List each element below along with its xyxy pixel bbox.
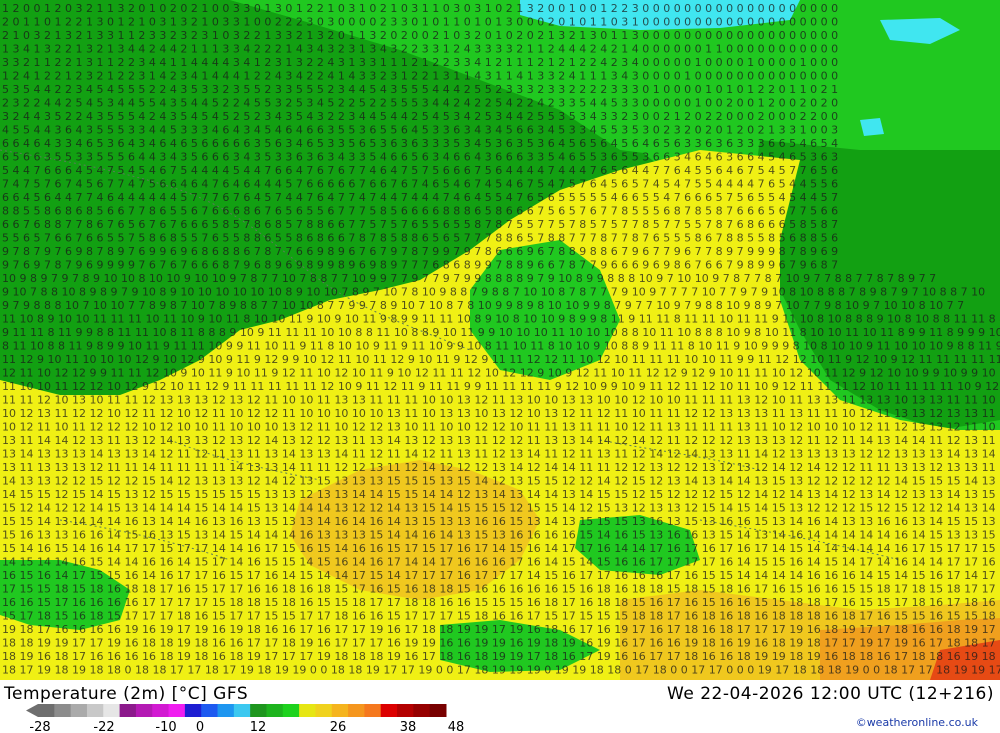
scale-swatch (184, 704, 202, 717)
scale-swatch (397, 704, 414, 717)
value-row: 10 9 8 9 7 9 7 8 9 10 10 8 10 10 9 10 10… (2, 272, 936, 285)
value-row: 5 3 5 4 4 2 2 3 4 5 4 5 5 5 2 2 4 3 5 3 … (2, 83, 838, 96)
scale-swatch (429, 704, 447, 717)
value-row: 1 2 4 1 2 2 1 2 3 2 1 2 2 3 1 4 2 3 4 1 … (2, 70, 838, 83)
value-row: 9 10 7 8 8 10 8 9 8 9 7 9 10 8 9 10 10 1… (2, 286, 985, 299)
scale-swatch (119, 704, 137, 717)
scale-swatch (152, 704, 170, 717)
value-row: 18 17 19 18 19 18 18 0 18 18 17 17 18 17… (2, 664, 1000, 677)
scale-swatch (413, 704, 431, 717)
map-title: Temperature (2m) [°C] GFS (4, 684, 249, 704)
value-row: 14 15 14 14 16 15 14 14 16 16 14 15 17 1… (2, 556, 1000, 569)
scale-swatch (282, 704, 300, 717)
value-row: 9 7 8 7 9 7 6 9 8 7 8 9 7 6 9 9 6 9 6 8 … (2, 245, 838, 258)
value-row: 19 18 17 16 16 16 16 19 16 19 17 19 16 1… (2, 623, 1000, 636)
value-row: 9 7 6 9 7 8 7 9 6 9 9 9 9 7 6 7 6 7 6 6 … (2, 259, 838, 272)
value-row: 18 18 19 19 17 17 19 16 18 18 19 18 16 1… (2, 637, 1000, 650)
scale-swatch (86, 704, 104, 717)
scale-swatch (54, 704, 72, 717)
scale-swatch (250, 704, 267, 717)
value-row: 5 4 4 7 6 6 6 4 5 4 7 5 4 5 4 6 7 5 4 4 … (2, 164, 838, 177)
value-row: 1 2 0 0 1 2 0 3 2 1 1 3 2 0 1 0 2 0 2 1 … (2, 2, 838, 15)
footer-bar: Temperature (2m) [°C] GFS We 22-04-2026 … (0, 680, 1000, 733)
value-row: 11 12 9 10 11 10 10 10 12 9 10 12 9 10 9… (2, 353, 1000, 366)
value-row: 8 11 10 8 8 11 9 8 9 9 10 11 9 11 11 10 … (2, 340, 1000, 353)
value-row: 6 6 7 6 8 8 7 7 8 6 7 6 5 6 7 6 7 6 6 6 … (2, 218, 838, 231)
scale-swatch (380, 704, 398, 717)
forecast-datetime: We 22-04-2026 12:00 UTC (12+216) (667, 684, 994, 704)
value-row: 6 6 4 6 4 3 3 4 6 5 3 6 4 3 4 6 4 6 5 6 … (2, 137, 838, 150)
value-row: 2 3 2 2 4 4 2 5 4 5 3 4 4 5 5 4 3 5 4 4 … (2, 97, 838, 110)
value-row: 6 5 6 6 3 5 5 3 3 5 5 5 6 4 4 3 4 3 5 6 … (2, 151, 838, 164)
value-row: 3 2 4 4 3 5 2 2 4 3 5 5 5 4 2 4 3 5 4 5 … (2, 110, 838, 123)
value-row: 11 10 8 9 10 10 11 11 11 10 11 10 9 10 1… (2, 313, 1000, 326)
value-row: 2 1 0 3 2 1 3 2 1 3 3 1 1 2 3 3 2 3 2 3 … (2, 29, 838, 42)
scale-tick-label: 38 (400, 720, 417, 733)
value-row: 15 16 13 13 16 16 14 15 16 13 15 13 14 1… (2, 529, 1000, 542)
scale-swatch (266, 704, 284, 717)
scale-swatch (201, 704, 219, 717)
value-row: 9 11 11 8 11 9 9 8 8 11 11 10 8 11 8 8 8… (2, 326, 1000, 339)
value-row: 8 8 5 5 8 6 8 6 8 5 6 6 7 7 8 6 5 5 6 7 … (2, 205, 838, 218)
scale-swatch (331, 704, 349, 717)
scale-swatch (70, 704, 88, 717)
value-row: 11 11 12 10 13 10 11 11 12 13 13 13 12 1… (2, 394, 1000, 407)
value-row: 5 5 6 5 7 6 6 7 6 6 5 5 7 5 8 6 8 5 5 7 … (2, 232, 838, 245)
scale-tick-label: -28 (29, 720, 50, 733)
value-row: 18 19 16 18 17 16 16 16 16 18 19 18 16 1… (2, 650, 1000, 663)
scale-swatch (348, 704, 365, 717)
value-row: 10 12 13 11 12 12 10 12 11 12 10 12 11 1… (2, 407, 1000, 420)
scale-arrow-left (26, 704, 38, 717)
value-row: 13 11 14 14 12 13 11 13 12 14 13 13 12 1… (2, 434, 1000, 447)
value-row: 9 7 9 8 8 8 10 7 10 10 7 7 8 9 8 7 10 7 … (2, 299, 964, 312)
scale-tick-label: -10 (155, 720, 176, 733)
value-row: 10 12 11 10 11 12 12 12 10 12 10 10 11 1… (2, 421, 1000, 434)
scale-swatch (217, 704, 235, 717)
scale-tick-label: 26 (330, 720, 347, 733)
value-row: 15 12 14 12 12 14 15 13 14 14 14 15 14 1… (2, 502, 1000, 515)
scale-swatch (103, 704, 121, 717)
scale-swatch (364, 704, 382, 717)
value-row: 2 0 1 1 0 1 2 2 1 3 0 1 2 1 0 3 1 3 2 1 … (2, 16, 838, 29)
value-row: 3 3 2 1 1 2 2 1 3 1 1 2 2 3 4 4 1 1 4 4 … (2, 56, 838, 69)
scale-swatch (315, 704, 333, 717)
value-row: 17 15 15 18 15 18 16 18 18 17 16 15 17 1… (2, 583, 1000, 596)
value-row: 16 16 15 17 16 16 16 16 17 17 17 17 15 1… (2, 596, 1000, 609)
temperature-color-scale: -28 -22 -10 0 12 26 38 48 (26, 704, 465, 733)
value-row: 15 14 16 15 14 16 14 17 17 15 17 17 14 1… (2, 542, 1000, 555)
scale-tick-label: 48 (448, 720, 465, 733)
value-row: 13 11 13 13 13 12 11 11 14 11 11 11 11 1… (2, 461, 1000, 474)
value-row: 14 13 13 12 12 15 12 12 15 14 12 13 13 1… (2, 475, 1000, 488)
value-row: 16 15 16 14 17 15 15 16 14 16 17 17 16 1… (2, 569, 1000, 582)
value-row: 15 17 18 15 16 18 15 17 17 17 18 16 15 1… (2, 610, 1000, 623)
scale-tick-label: 12 (250, 720, 267, 733)
scale-tick-label: 0 (196, 720, 204, 733)
value-row: 7 4 7 5 7 6 7 4 5 6 7 7 4 7 5 6 6 4 6 4 … (2, 178, 838, 191)
temperature-map: 1 2 0 0 1 2 0 3 2 1 1 3 2 0 1 0 2 0 2 1 … (0, 0, 1000, 680)
cyan-patch-east (860, 118, 884, 136)
value-row: 4 5 5 4 4 3 6 4 3 5 5 5 3 3 4 4 5 3 3 3 … (2, 124, 838, 137)
scale-swatch (233, 704, 251, 717)
value-row: 12 11 10 12 12 9 9 11 11 12 10 9 10 11 9… (2, 367, 1000, 380)
scale-swatch (135, 704, 153, 717)
value-row: 13 14 13 13 13 14 13 13 14 12 11 12 11 1… (2, 448, 1000, 461)
value-row: 14 15 15 12 15 14 15 13 12 15 15 15 15 1… (2, 488, 1000, 501)
value-row: 15 15 14 13 14 14 14 16 13 14 14 16 13 1… (2, 515, 1000, 528)
scale-tick-label: -22 (93, 720, 114, 733)
scale-swatch (168, 704, 186, 717)
value-row: 11 10 10 11 12 12 10 12 9 12 10 11 12 9 … (2, 380, 1000, 393)
credit-link[interactable]: ©weatheronline.co.uk (856, 716, 978, 729)
scale-swatch (38, 704, 55, 717)
value-row: 1 3 4 1 3 2 2 1 3 2 1 3 4 4 2 4 4 2 1 1 … (2, 43, 838, 56)
scale-swatch (299, 704, 316, 717)
value-row: 6 6 4 5 6 4 4 7 7 4 6 4 4 4 4 4 4 5 7 7 … (2, 191, 838, 204)
